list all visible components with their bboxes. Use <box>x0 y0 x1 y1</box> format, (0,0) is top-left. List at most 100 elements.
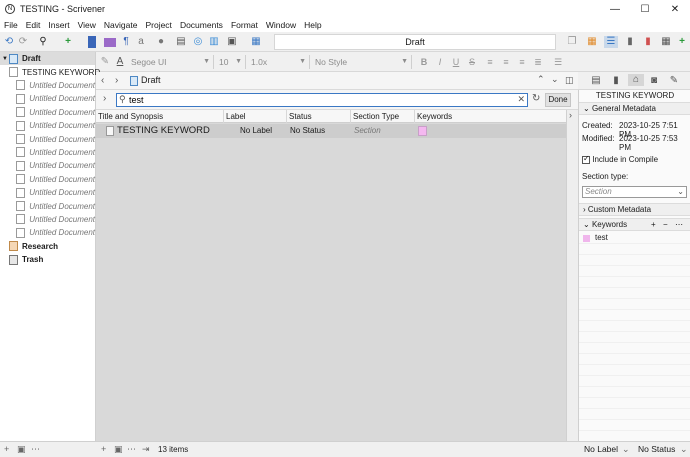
binder-item-doc[interactable]: Untitled Document <box>0 159 95 172</box>
pen-icon[interactable]: ✎ <box>99 56 111 68</box>
menu-edit[interactable]: Edit <box>26 20 41 30</box>
bold-button[interactable]: B <box>418 55 430 69</box>
binder-item-research[interactable]: Research <box>0 240 95 253</box>
compile-icon[interactable]: ▣ <box>226 36 238 48</box>
binder-item-doc[interactable]: Untitled Document <box>0 199 95 212</box>
add-binder-item-icon[interactable]: + <box>4 444 9 454</box>
search-field[interactable]: ⚲ ✕ <box>116 93 528 107</box>
more-options-icon[interactable]: ⋯ <box>127 444 136 455</box>
include-in-compile[interactable]: Include in Compile <box>582 154 658 164</box>
align-center-icon[interactable]: ≡ <box>500 55 512 69</box>
align-left-icon[interactable]: ≡ <box>484 55 496 69</box>
bookmarks-icon[interactable]: ▮ <box>610 75 622 87</box>
column-section-type[interactable]: Section Type <box>351 110 415 123</box>
remove-keyword-icon[interactable]: − <box>663 219 668 230</box>
menu-format[interactable]: Format <box>231 20 258 30</box>
menu-insert[interactable]: Insert <box>48 20 69 30</box>
quick-search-icon[interactable]: ⚲ <box>37 36 49 48</box>
more-options-icon[interactable]: ⋯ <box>31 444 40 455</box>
binder-item-doc[interactable]: Untitled Document <box>0 186 95 199</box>
font-select[interactable]: Segoe UI ▼ <box>128 55 214 69</box>
statistics-icon[interactable]: ▥ <box>208 36 220 48</box>
binder-item-doc[interactable]: Untitled Document <box>0 173 95 186</box>
grid-icon[interactable]: ▦ <box>660 36 672 48</box>
group-icon[interactable] <box>88 36 96 48</box>
binder-item-doc[interactable]: Untitled Document <box>0 79 95 92</box>
label-icon[interactable] <box>104 38 116 47</box>
corkboard-icon[interactable]: ▦ <box>586 36 598 48</box>
font-size-select[interactable]: 10 ▼ <box>216 55 246 69</box>
clear-search-icon[interactable]: ✕ <box>517 94 525 105</box>
binder-item-doc[interactable]: Untitled Document <box>0 106 95 119</box>
disclosure-triangle-icon[interactable]: ▼ <box>1 56 9 62</box>
add-folder-icon[interactable]: ▣ <box>114 444 123 455</box>
binder-item-doc[interactable]: Untitled Document <box>0 226 95 239</box>
chevron-right-icon[interactable]: › <box>569 110 572 120</box>
add-icon[interactable]: + <box>676 36 688 48</box>
more-options-icon[interactable]: ⋯ <box>675 219 683 230</box>
footer-label-select[interactable]: No Label <box>584 444 618 454</box>
print-icon[interactable]: ▤ <box>175 36 187 48</box>
search-input[interactable] <box>129 94 514 106</box>
outliner-icon[interactable]: ☰ <box>604 36 618 48</box>
menu-navigate[interactable]: Navigate <box>104 20 138 30</box>
general-metadata-header[interactable]: ⌄ General Metadata <box>579 102 690 115</box>
line-spacing-select[interactable]: 1.0x ▼ <box>248 55 310 69</box>
split-editor-icon[interactable]: ◫ <box>565 75 574 86</box>
column-title-synopsis[interactable]: Title and Synopsis <box>96 110 224 123</box>
binder-item-doc[interactable]: Untitled Document <box>0 146 95 159</box>
spellcheck-icon[interactable]: a <box>135 36 147 48</box>
target-icon[interactable]: ◎ <box>192 36 204 48</box>
footer-status-select[interactable]: No Status <box>638 444 675 454</box>
table-row[interactable]: TESTING KEYWORD No Label No Status Secti… <box>96 124 566 138</box>
metadata-icon[interactable]: ⌂ <box>628 74 644 86</box>
underline-button[interactable]: U <box>450 55 462 69</box>
close-button[interactable]: ✕ <box>660 0 690 18</box>
column-status[interactable]: Status <box>287 110 351 123</box>
back-arrow-icon[interactable]: ‹ <box>101 75 104 86</box>
add-keyword-icon[interactable]: + <box>651 219 656 230</box>
minimize-button[interactable]: — <box>600 0 630 18</box>
refresh-icon[interactable]: ↻ <box>532 93 540 104</box>
chevron-down-icon[interactable]: ⌄ <box>551 74 559 85</box>
add-outline-item-icon[interactable]: + <box>101 444 106 454</box>
binder-item-doc[interactable]: Untitled Document <box>0 92 95 105</box>
include-compile-checkbox[interactable] <box>582 154 590 164</box>
comment-icon[interactable]: ¶ <box>120 36 132 48</box>
expand-arrow-icon[interactable]: › <box>103 93 106 104</box>
inspector-toggle-icon[interactable]: ▮ <box>624 36 636 48</box>
menu-documents[interactable]: Documents <box>180 20 223 30</box>
copy-icon[interactable]: ❐ <box>566 36 578 48</box>
keywords-header[interactable]: ⌄ Keywords + − ⋯ <box>579 218 690 231</box>
binder-item-doc[interactable]: Untitled Document <box>0 213 95 226</box>
redo-icon[interactable]: ⟳ <box>17 36 29 48</box>
forward-arrow-icon[interactable]: › <box>115 75 118 86</box>
list-icon[interactable]: ☰ <box>552 55 564 69</box>
snapshots-icon[interactable]: ◙ <box>648 75 660 87</box>
align-right-icon[interactable]: ≡ <box>516 55 528 69</box>
menu-window[interactable]: Window <box>266 20 296 30</box>
comments-icon[interactable]: ✎ <box>668 75 680 87</box>
sync-icon[interactable]: ⟲ <box>3 36 15 48</box>
text-color-icon[interactable]: A <box>114 56 126 68</box>
dictate-icon[interactable]: ● <box>155 36 167 48</box>
menu-view[interactable]: View <box>78 20 96 30</box>
column-keywords[interactable]: Keywords <box>415 110 485 123</box>
add-document-icon[interactable]: + <box>62 36 74 48</box>
maximize-button[interactable]: ☐ <box>630 0 660 18</box>
bookmark-icon[interactable]: ▮ <box>642 36 654 48</box>
notes-icon[interactable]: ▤ <box>590 75 602 87</box>
justify-icon[interactable]: ≣ <box>532 55 544 69</box>
menu-project[interactable]: Project <box>145 20 171 30</box>
binder-item-doc[interactable]: Untitled Document <box>0 119 95 132</box>
menu-help[interactable]: Help <box>304 20 321 30</box>
keyword-item[interactable]: test <box>579 233 690 244</box>
style-select[interactable]: No Style ▼ <box>312 55 412 69</box>
binder-item-doc[interactable]: Untitled Document <box>0 132 95 145</box>
menu-file[interactable]: File <box>4 20 18 30</box>
column-label[interactable]: Label <box>224 110 287 123</box>
binder-item-trash[interactable]: Trash <box>0 253 95 266</box>
binder-item-doc[interactable]: TESTING KEYWORD <box>0 65 100 78</box>
strikethrough-button[interactable]: S <box>466 55 478 69</box>
outline-side-strip[interactable]: › <box>566 110 578 441</box>
